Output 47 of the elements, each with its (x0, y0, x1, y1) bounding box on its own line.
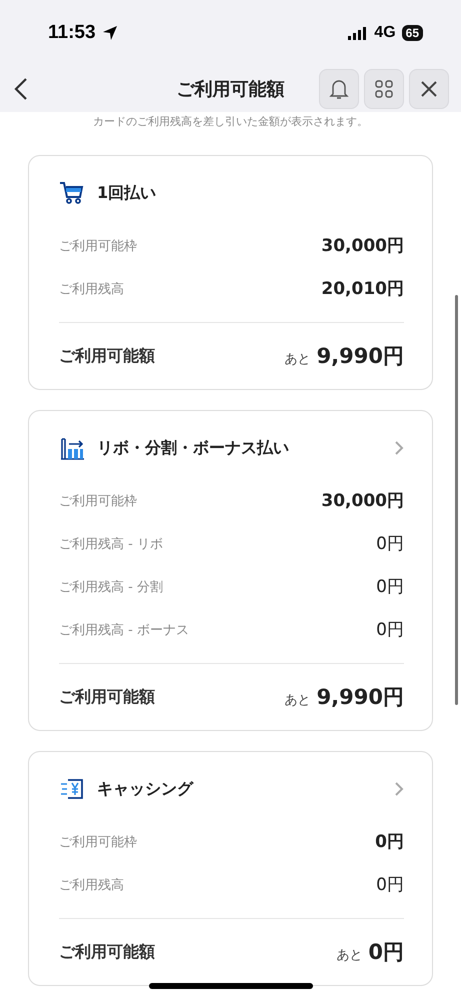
grid-icon (375, 80, 393, 98)
total-label: ご利用可能額 (59, 942, 155, 962)
cart-icon (59, 180, 85, 206)
remaining-prefix: あと (284, 351, 311, 368)
card-title: リボ・分割・ボーナス払い (97, 438, 289, 458)
status-time: 11:53 (48, 22, 96, 44)
close-icon (420, 80, 438, 98)
description-text: カードのご利用残高を差し引いた金額が表示されます。 (92, 114, 369, 129)
row-amount: 30,000円 (321, 235, 404, 257)
row-amount: 0円 (375, 831, 404, 853)
row-label: ご利用可能枠 (59, 834, 137, 850)
grid-menu-button[interactable] (364, 69, 404, 109)
bar-chart-icon (59, 435, 85, 461)
remaining-prefix: あと (336, 947, 362, 964)
row-amount: 0円 (376, 619, 404, 641)
close-button[interactable] (409, 69, 449, 109)
remaining-prefix: あと (284, 692, 311, 709)
row-label: ご利用残高 - 分割 (59, 578, 163, 596)
total-label: ご利用可能額 (59, 686, 155, 708)
back-button[interactable] (14, 77, 28, 101)
row-amount: 0円 (376, 533, 404, 555)
battery-level: 65 (402, 25, 423, 41)
notification-button[interactable] (319, 69, 359, 109)
row-amount: 0円 (376, 576, 404, 598)
row-amount: 30,000円 (321, 490, 404, 512)
yen-card-icon (59, 776, 85, 802)
network-label: 4G (374, 24, 396, 42)
row-label: ご利用残高 - リボ (59, 536, 163, 552)
back-chevron-icon (14, 77, 28, 101)
row-label: ご利用残高 (59, 876, 124, 894)
total-amount: 9,990円 (316, 343, 404, 370)
row-label: ご利用可能枠 (59, 238, 137, 254)
location-arrow-icon (102, 25, 118, 41)
row-amount: 0円 (376, 874, 404, 896)
signal-icon (348, 26, 368, 40)
row-label: ご利用残高 - ボーナス (59, 622, 189, 638)
bell-icon (329, 78, 349, 100)
row-amount: 20,010円 (321, 278, 404, 300)
total-label: ご利用可能額 (59, 346, 155, 366)
card-title: 1回払い (97, 182, 156, 204)
total-amount: 9,990円 (316, 684, 404, 711)
balance-card[interactable]: リボ・分割・ボーナス払い ご利用可能枠 30,000円 ご利用残高 - リボ 0円 ご利用残高 - 分割 0円 ご利用残高 - ボーナス 0円 ご利用可能額 あと 9,990円 (28, 410, 433, 731)
total-amount: 0円 (368, 939, 404, 966)
page-title: ご利用可能額 (176, 78, 284, 101)
row-label: ご利用残高 (59, 280, 124, 298)
card-title: キャッシング (97, 778, 193, 800)
row-label: ご利用可能枠 (59, 492, 137, 510)
